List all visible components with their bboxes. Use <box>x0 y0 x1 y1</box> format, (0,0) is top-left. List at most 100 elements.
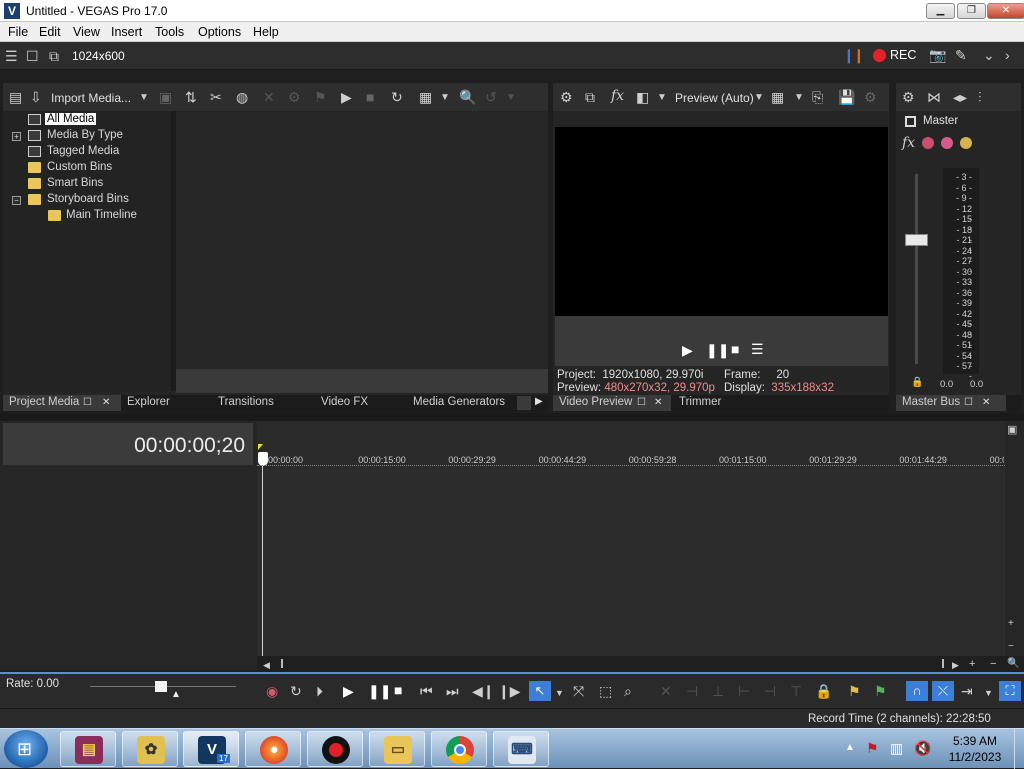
ripple-dropdown-icon[interactable]: ▼ <box>984 686 993 700</box>
auto-ripple-icon[interactable]: ⇥ <box>961 684 973 698</box>
network-icon[interactable]: ▥ <box>890 740 903 757</box>
bus-downmix-icon[interactable]: ◂▸ <box>953 90 967 104</box>
menu-insert[interactable]: Insert <box>111 25 142 39</box>
taskbar-explorer[interactable]: ▭ <box>369 731 425 767</box>
chevron-right-icon[interactable]: › <box>1005 48 1010 62</box>
tree-item-all-media[interactable]: All Media <box>45 113 97 125</box>
remove-media-icon[interactable]: ✕ <box>263 90 275 104</box>
capture-video-icon[interactable]: ⇅ <box>185 90 197 104</box>
search-icon[interactable]: 🔍 <box>459 90 476 104</box>
insert-marker-icon[interactable]: ⚑ <box>848 684 861 698</box>
refresh-icon[interactable]: ↺ <box>485 90 497 104</box>
start-button[interactable]: ⊞ <box>4 730 48 768</box>
previous-frame-icon[interactable]: ◀❙ <box>472 684 495 698</box>
close-tab-icon[interactable]: ✕ <box>982 397 990 408</box>
ripple-icon[interactable]: ⊤ <box>790 684 802 698</box>
close-tab-icon[interactable]: ✕ <box>102 397 110 408</box>
lock-envelopes-icon[interactable]: ⛶ <box>999 681 1021 701</box>
taskbar-keyboard[interactable]: ⌨ <box>493 731 549 767</box>
tab-transitions[interactable]: Transitions <box>218 396 274 408</box>
expand-media-by-type-icon[interactable]: + <box>12 132 21 141</box>
menu-view[interactable]: View <box>73 25 100 39</box>
view-dropdown-icon[interactable]: ▼ <box>440 91 450 105</box>
camera-icon[interactable]: 📷 <box>929 48 946 62</box>
fader-lock-icon[interactable]: 🔒 <box>911 376 923 390</box>
master-fader-handle[interactable] <box>905 234 928 246</box>
preview-device-icon[interactable]: ⧉ <box>585 90 595 104</box>
play-icon[interactable]: ▶ <box>343 684 354 698</box>
record-icon[interactable]: ◉ <box>266 684 278 698</box>
tabs-scroll-right-icon[interactable]: ▶ <box>535 396 543 407</box>
zoom-out-horizontal-icon[interactable]: − <box>990 657 996 671</box>
taskbar-firefox[interactable]: ● <box>245 731 301 767</box>
tree-item-storyboard-bins[interactable]: Storyboard Bins <box>47 193 129 205</box>
zoom-tool-icon[interactable]: 🔍 <box>1007 657 1019 671</box>
quality-dropdown-icon[interactable]: ▼ <box>754 91 764 105</box>
collapse-storyboard-bins-icon[interactable]: − <box>12 196 21 205</box>
import-dropdown-icon[interactable]: ▼ <box>139 91 149 105</box>
stop-media-icon[interactable]: ■ <box>366 90 374 104</box>
scroll-thumb[interactable] <box>281 659 944 668</box>
tab-trimmer[interactable]: Trimmer <box>679 396 721 408</box>
preview-quality-select[interactable]: Preview (Auto) <box>675 91 754 105</box>
trim-end-icon[interactable]: ⊣ <box>764 684 776 698</box>
zoom-edit-tool-icon[interactable]: ⌕ <box>624 684 632 698</box>
master-fx-icon[interactable]: fx <box>902 136 915 150</box>
tree-item-custom-bins[interactable]: Custom Bins <box>47 161 112 173</box>
volume-muted-icon[interactable]: 🔇 <box>914 740 931 757</box>
preview-menu-icon[interactable]: ☰ <box>751 342 764 356</box>
copy-snapshot-icon[interactable]: ⎘ <box>812 90 823 104</box>
edit-tool-dropdown-icon[interactable]: ▼ <box>555 686 564 700</box>
normal-edit-tool-icon[interactable]: ↖ <box>529 681 551 701</box>
envelope-tool-icon[interactable]: ⤧ <box>573 684 584 698</box>
taskbar-bee-app[interactable]: ✿ <box>122 731 178 767</box>
timeline-tracks-area[interactable] <box>257 469 1005 656</box>
menu-help[interactable]: Help <box>253 25 279 39</box>
zoom-preview-icon[interactable]: ⧉ <box>49 49 59 63</box>
window-mode-icon[interactable]: ☐ <box>26 49 39 63</box>
marker-flag-icon[interactable] <box>258 444 263 450</box>
get-media-icon[interactable]: ▣ <box>159 90 172 104</box>
lock-icon[interactable]: 🔒 <box>815 684 832 698</box>
mute-icon[interactable] <box>941 137 953 149</box>
preview-stop-icon[interactable]: ■ <box>731 342 739 356</box>
action-center-icon[interactable]: ⚑ <box>866 740 879 757</box>
minimize-button[interactable]: ▁ <box>926 3 955 19</box>
preview-settings-icon[interactable]: ⚙ <box>560 90 573 104</box>
go-to-start-icon[interactable]: ⏮ <box>420 684 433 698</box>
get-photo-icon[interactable]: ✂ <box>210 90 222 104</box>
media-properties-icon[interactable]: ⚑ <box>314 90 327 104</box>
hamburger-menu-icon[interactable]: ☰ <box>5 49 18 63</box>
refresh-dropdown-icon[interactable]: ▼ <box>506 91 516 105</box>
record-dot-icon[interactable] <box>873 49 886 62</box>
zoom-in-vertical-icon[interactable]: + <box>1008 617 1014 631</box>
menu-tools[interactable]: Tools <box>155 25 184 39</box>
taskbar-vegas[interactable]: V 17 <box>183 731 239 767</box>
bus-mixer-icon[interactable]: ⫶ <box>978 90 982 104</box>
preview-play-icon[interactable]: ▶ <box>682 343 693 357</box>
trim-start-icon[interactable]: ⊢ <box>738 684 750 698</box>
media-fx-icon[interactable]: ⚙ <box>288 90 301 104</box>
media-list-area[interactable] <box>176 111 548 369</box>
scroll-left-icon[interactable]: ◀ <box>263 658 270 672</box>
split-screen-icon[interactable]: ◧ <box>636 90 649 104</box>
next-frame-icon[interactable]: ❙▶ <box>498 684 521 698</box>
overlays-dropdown-icon[interactable]: ▼ <box>794 91 804 105</box>
track-options-icon[interactable]: ▣ <box>1007 423 1017 437</box>
taskbar-chrome[interactable] <box>431 731 487 767</box>
close-tab-icon[interactable]: ✕ <box>654 397 662 408</box>
show-desktop-button[interactable] <box>1014 729 1024 769</box>
undock-icon[interactable]: ☐ <box>637 397 646 408</box>
maximize-button[interactable]: ❐ <box>957 3 986 19</box>
save-snapshot-icon[interactable]: 💾 <box>838 90 855 104</box>
taskbar-recorder[interactable] <box>307 731 363 767</box>
pause-icon[interactable]: ❚❚ <box>368 684 391 698</box>
view-options-icon[interactable]: ▦ <box>419 90 432 104</box>
preview-pause-icon[interactable]: ❚❚ <box>706 343 729 357</box>
auto-preview-icon[interactable]: ↻ <box>391 90 403 104</box>
snapping-icon[interactable]: ∩ <box>906 681 928 701</box>
solo-icon[interactable] <box>960 137 972 149</box>
burn-disc-icon[interactable]: ◍ <box>236 90 248 104</box>
pen-icon[interactable]: ✎ <box>955 48 967 62</box>
go-to-end-icon[interactable]: ⏭ <box>446 684 459 698</box>
